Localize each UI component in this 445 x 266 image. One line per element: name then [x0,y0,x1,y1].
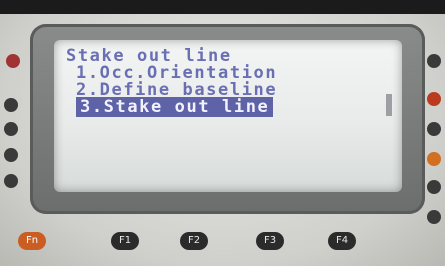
right-button[interactable] [427,152,441,166]
lcd-screen: Stake out line 1.Occ.Orientation 2.Defin… [54,40,402,192]
device-photo: Stake out line 1.Occ.Orientation 2.Defin… [0,0,445,266]
scroll-indicator [386,94,392,116]
top-edge [0,0,445,14]
fn-key[interactable]: Fn [18,232,46,250]
f1-key[interactable]: F1 [111,232,139,250]
right-button[interactable] [427,92,441,106]
right-button[interactable] [427,54,441,68]
f2-key[interactable]: F2 [180,232,208,250]
right-button[interactable] [427,180,441,194]
left-button[interactable] [4,148,18,162]
power-button[interactable] [6,54,20,68]
left-button[interactable] [4,122,18,136]
right-button[interactable] [427,122,441,136]
left-button[interactable] [4,174,18,188]
right-button[interactable] [427,210,441,224]
menu-item-stake-out-line[interactable]: 3.Stake out line [76,97,274,117]
f4-key[interactable]: F4 [328,232,356,250]
f3-key[interactable]: F3 [256,232,284,250]
left-button[interactable] [4,98,18,112]
